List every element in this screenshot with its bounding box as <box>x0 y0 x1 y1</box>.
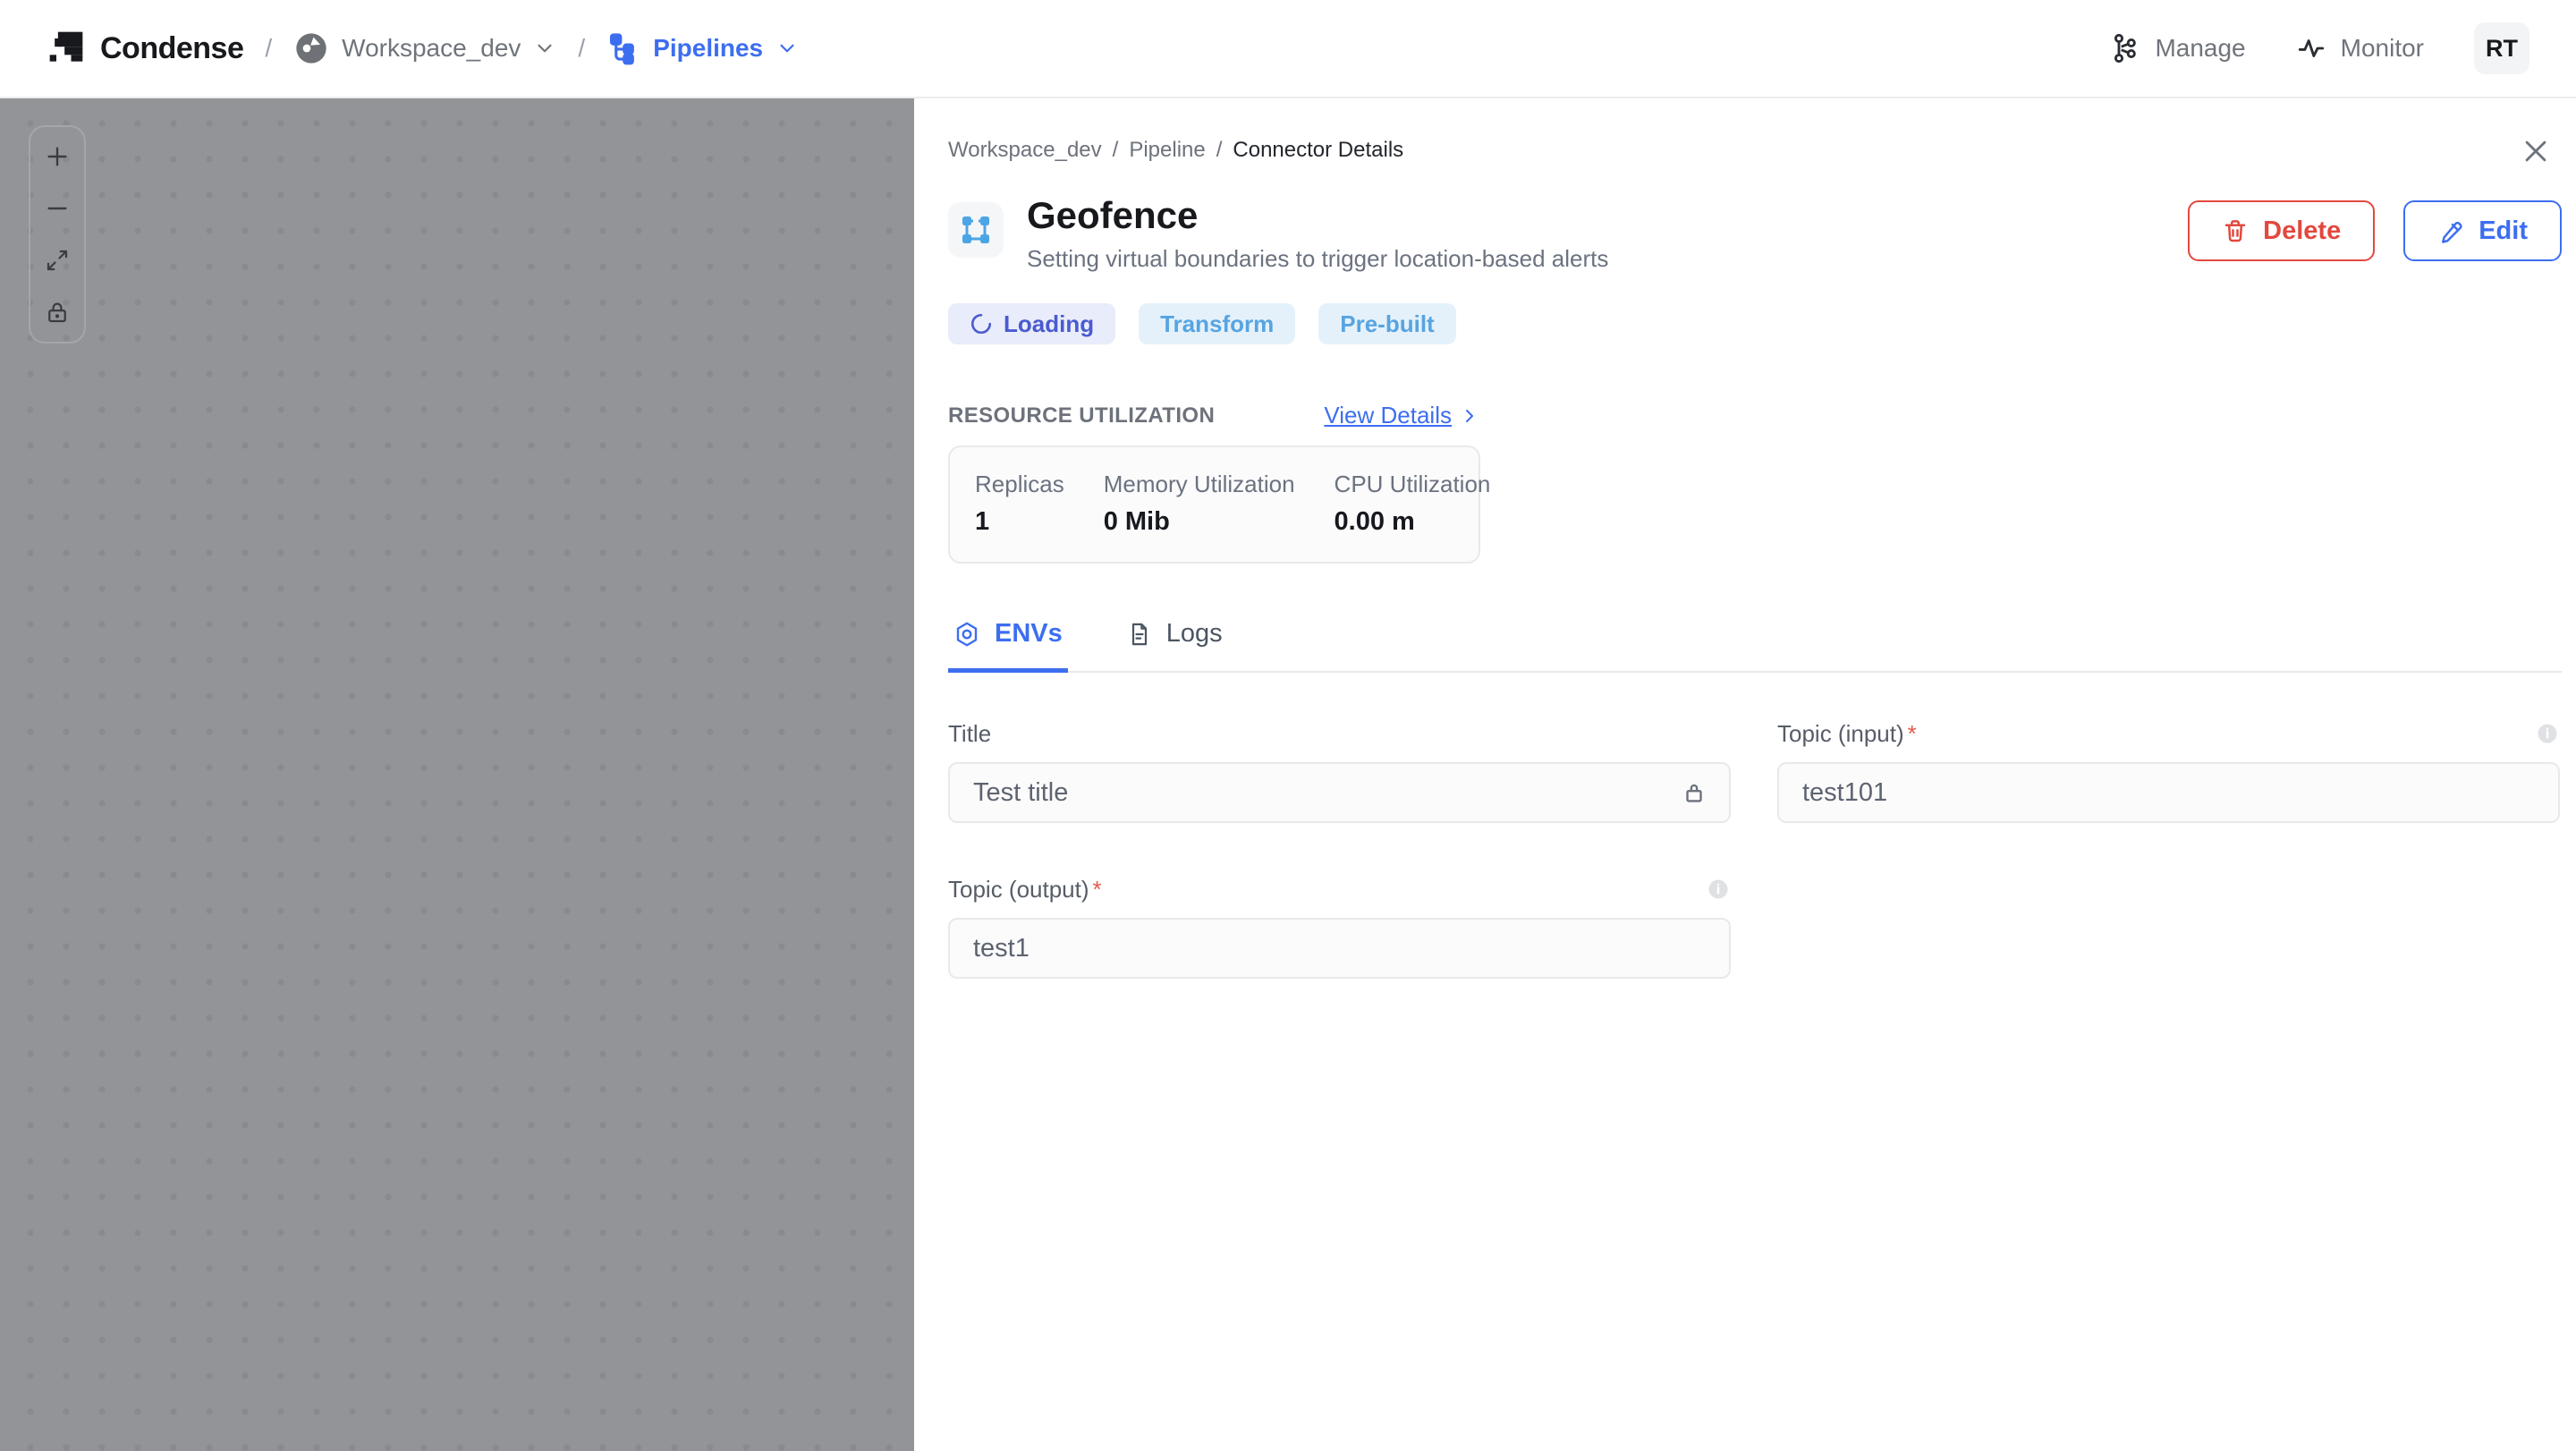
manage-label: Manage <box>2155 34 2246 62</box>
brand[interactable]: Condense <box>47 29 244 68</box>
resource-utilization-header: RESOURCE UTILIZATION View Details <box>948 402 1480 429</box>
type-badge-transform: Transform <box>1139 303 1296 345</box>
topic-input-input[interactable] <box>1801 776 2537 809</box>
stat-memory: Memory Utilization 0 Mib <box>1104 471 1295 537</box>
pipelines-tree-icon <box>606 31 640 65</box>
edit-button[interactable]: Edit <box>2403 200 2562 261</box>
breadcrumb-pipeline[interactable]: Pipeline <box>1129 138 1205 163</box>
stat-label: Replicas <box>975 471 1064 498</box>
breadcrumb-current: Connector Details <box>1233 138 1404 162</box>
title-input[interactable] <box>971 776 1666 809</box>
nav-separator: / <box>578 34 586 62</box>
status-badge-loading: Loading <box>948 303 1116 345</box>
field-topic-output: Topic (output) * <box>948 875 1731 980</box>
chevron-down-icon <box>533 37 556 60</box>
field-topic-input: Topic (input) * <box>1777 719 2560 824</box>
connector-subtitle: Setting virtual boundaries to trigger lo… <box>1027 245 1609 273</box>
tab-logs-label: Logs <box>1165 619 1223 649</box>
activity-monitor-icon <box>2296 33 2326 64</box>
breadcrumb-separator: / <box>1112 138 1119 162</box>
type-badge-prebuilt: Pre-built <box>1318 303 1456 345</box>
document-icon <box>1127 622 1152 647</box>
topic-output-input[interactable] <box>971 932 1707 964</box>
field-topic-input-control <box>1777 762 2560 824</box>
view-details-label: View Details <box>1324 402 1452 429</box>
info-icon[interactable] <box>2535 721 2560 746</box>
badge-label: Loading <box>1004 310 1095 337</box>
detail-tabs: ENVs Logs <box>948 615 2562 674</box>
required-marker: * <box>1092 875 1102 903</box>
stat-replicas: Replicas 1 <box>975 471 1064 537</box>
trash-icon <box>2222 217 2249 244</box>
delete-label: Delete <box>2263 216 2342 245</box>
user-avatar[interactable]: RT <box>2474 22 2529 74</box>
stat-label: CPU Utilization <box>1334 471 1491 498</box>
delete-button[interactable]: Delete <box>2188 200 2376 261</box>
tab-logs[interactable]: Logs <box>1122 615 1228 673</box>
badge-label: Transform <box>1160 310 1275 337</box>
connector-details-panel: Workspace_dev / Pipeline / Connector Det… <box>914 98 2576 1451</box>
chevron-down-icon <box>775 37 799 60</box>
top-navbar: Condense / Workspace_dev / Pipelines Man… <box>0 0 2576 98</box>
view-details-link[interactable]: View Details <box>1324 402 1480 429</box>
nav-separator: / <box>265 34 273 62</box>
field-topic-output-label: Topic (output) <box>948 875 1089 903</box>
field-title-label: Title <box>948 719 992 747</box>
resource-stats-card: Replicas 1 Memory Utilization 0 Mib CPU … <box>948 445 1490 564</box>
close-icon[interactable] <box>2521 136 2553 168</box>
breadcrumb-separator: / <box>1216 138 1223 162</box>
stat-label: Memory Utilization <box>1103 471 1295 498</box>
canvas-controls <box>29 125 86 344</box>
condense-logo-icon <box>47 29 86 68</box>
breadcrumb: Workspace_dev / Pipeline / Connector Det… <box>948 138 2542 163</box>
edit-label: Edit <box>2479 216 2528 245</box>
manage-button[interactable]: Manage <box>2108 32 2246 64</box>
stat-cpu: CPU Utilization 0.00 m <box>1335 471 1491 537</box>
info-icon[interactable] <box>1706 877 1731 902</box>
monitor-label: Monitor <box>2340 34 2424 62</box>
required-marker: * <box>1907 719 1917 747</box>
workspace-avatar-icon <box>293 30 329 66</box>
connector-title: Geofence <box>1027 194 1199 236</box>
brand-name: Condense <box>100 30 244 65</box>
user-initials: RT <box>2486 34 2518 62</box>
env-form: Title Topic (input) * <box>948 719 2560 980</box>
lock-button[interactable] <box>42 297 72 327</box>
stat-value: 0.00 m <box>1334 507 1415 537</box>
pipelines-switcher[interactable]: Pipelines <box>606 31 799 65</box>
lock-icon <box>1681 779 1707 806</box>
spinner-icon <box>970 312 993 335</box>
connector-header: Geofence Setting virtual boundaries to t… <box>948 194 2562 273</box>
fit-view-button[interactable] <box>42 245 72 276</box>
zoom-out-button[interactable] <box>42 193 72 224</box>
geofence-icon <box>948 202 1004 258</box>
field-topic-input-label: Topic (input) <box>1777 719 1904 747</box>
pipelines-label: Pipelines <box>653 34 764 62</box>
pipeline-canvas[interactable] <box>0 98 914 1451</box>
tab-envs[interactable]: ENVs <box>948 615 1068 674</box>
zoom-in-button[interactable] <box>42 141 72 172</box>
pencil-icon <box>2437 217 2464 244</box>
stat-value: 1 <box>975 507 990 537</box>
kafka-manage-icon <box>2108 32 2140 64</box>
breadcrumb-workspace[interactable]: Workspace_dev <box>948 138 1102 163</box>
resource-utilization-title: RESOURCE UTILIZATION <box>948 403 1216 428</box>
workspace-switcher[interactable]: Workspace_dev <box>293 30 556 66</box>
tab-envs-label: ENVs <box>995 619 1063 649</box>
monitor-button[interactable]: Monitor <box>2296 33 2424 64</box>
badge-label: Pre-built <box>1340 310 1435 337</box>
workspace-name: Workspace_dev <box>342 34 521 62</box>
chevron-right-icon <box>1459 405 1480 427</box>
stat-value: 0 Mib <box>1103 507 1170 537</box>
field-title: Title <box>948 719 1731 824</box>
field-title-control <box>948 762 1731 824</box>
field-topic-output-control <box>948 918 1731 980</box>
badge-row: Loading Transform Pre-built <box>948 303 2542 345</box>
hex-nut-icon <box>953 621 980 648</box>
